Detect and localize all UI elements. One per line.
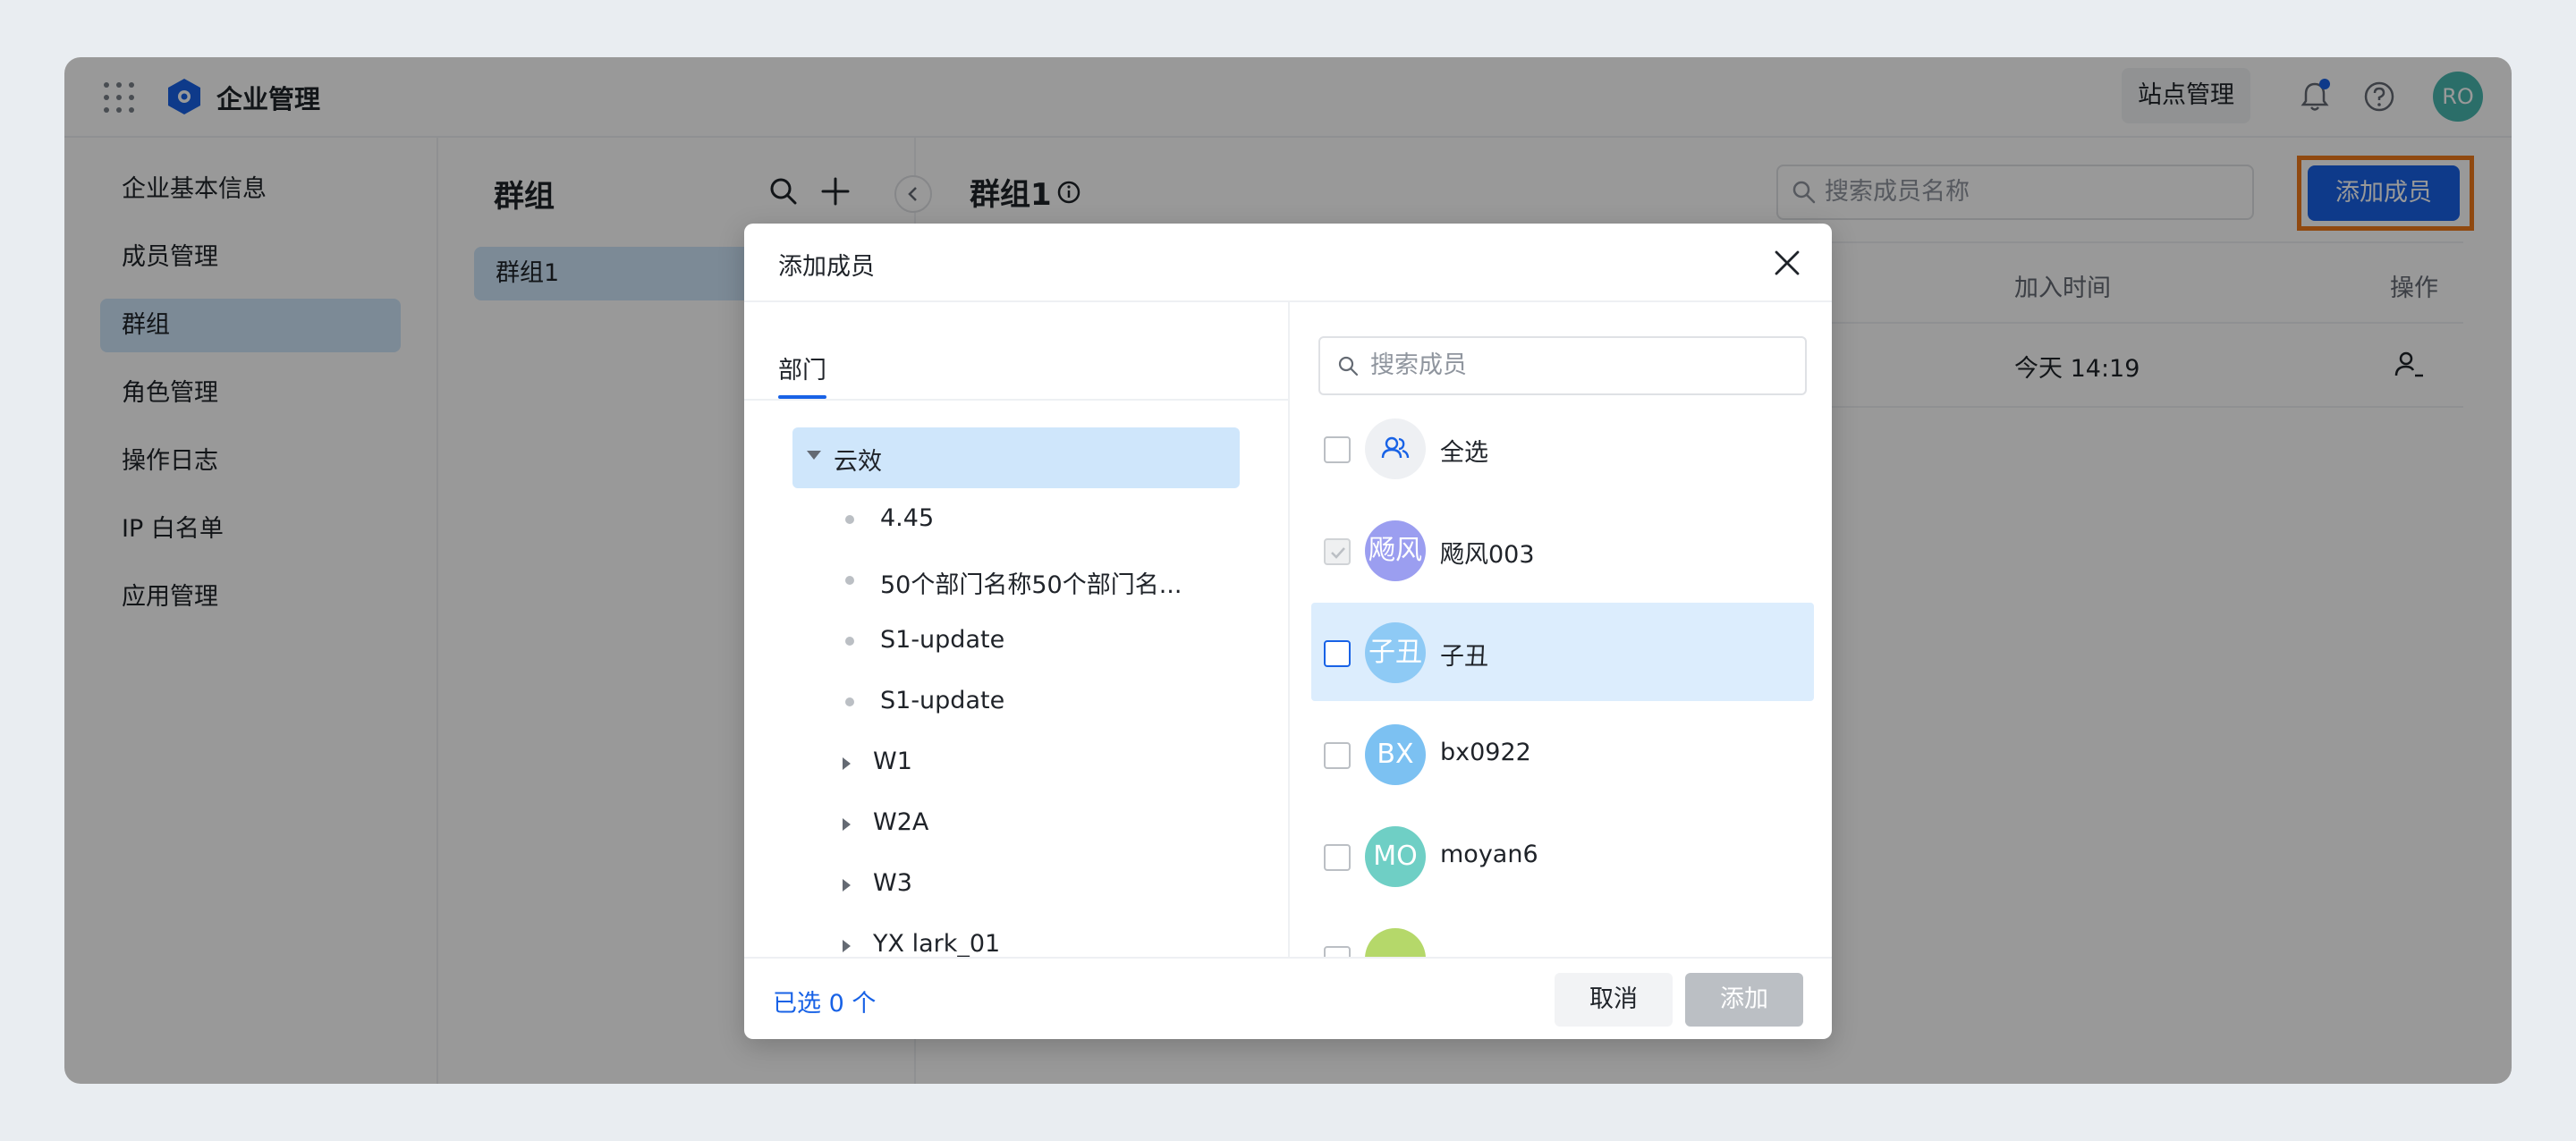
- users-icon: [1381, 436, 1410, 459]
- select-all-row[interactable]: 全选: [1311, 399, 1814, 497]
- dialog-title: 添加成员: [778, 253, 875, 281]
- caret-right-icon[interactable]: [843, 879, 851, 892]
- member-avatar: MO: [1365, 826, 1426, 887]
- member-search-field[interactable]: 搜索成员: [1318, 336, 1807, 395]
- member-checkbox[interactable]: [1324, 742, 1351, 769]
- member-avatar: 子丑: [1365, 622, 1426, 683]
- tree-node[interactable]: W2A: [873, 808, 928, 836]
- group-avatar: [1365, 418, 1426, 479]
- tab-divider: [744, 399, 1288, 401]
- member-avatar: BX: [1365, 724, 1426, 785]
- bullet-icon: [845, 697, 854, 706]
- member-name: bx0922: [1440, 739, 1531, 766]
- caret-down-icon[interactable]: [807, 451, 821, 460]
- tree-node-root[interactable]: 云效: [792, 427, 1240, 488]
- member-name: 飏风003: [1440, 541, 1535, 569]
- caret-right-icon[interactable]: [843, 940, 851, 952]
- member-checkbox[interactable]: [1324, 640, 1351, 667]
- bullet-icon: [845, 515, 854, 524]
- select-all-checkbox[interactable]: [1324, 436, 1351, 463]
- selected-count[interactable]: 已选 0 个: [773, 984, 876, 1018]
- tree-node[interactable]: 4.45: [880, 504, 934, 532]
- bullet-icon: [845, 637, 854, 646]
- caret-right-icon[interactable]: [843, 818, 851, 831]
- member-checkbox[interactable]: [1324, 538, 1351, 565]
- tree-node[interactable]: W1: [873, 748, 912, 775]
- add-member-dialog: 添加成员 部门 云效 4.45 50个部门名称50个部门名... S1-upda…: [744, 224, 1832, 1039]
- member-avatar: [1365, 928, 1426, 957]
- member-checkbox[interactable]: [1324, 946, 1351, 957]
- search-icon: [1338, 356, 1359, 376]
- member-row[interactable]: BX bx0922: [1311, 705, 1814, 803]
- member-row[interactable]: [1311, 909, 1814, 957]
- tree-node[interactable]: W3: [873, 869, 912, 897]
- dialog-column-divider: [1288, 302, 1290, 957]
- dialog-footer-divider: [744, 957, 1832, 959]
- tab-department[interactable]: 部门: [778, 351, 826, 385]
- confirm-add-button[interactable]: 添加: [1685, 973, 1803, 1027]
- bullet-icon: [845, 576, 854, 585]
- cancel-button[interactable]: 取消: [1555, 973, 1673, 1027]
- member-row[interactable]: MO moyan6: [1311, 807, 1814, 905]
- member-row[interactable]: 子丑 子丑: [1311, 603, 1814, 701]
- member-row[interactable]: 飏风 飏风003: [1311, 501, 1814, 599]
- tree-node[interactable]: S1-update: [880, 626, 1004, 654]
- select-all-label: 全选: [1440, 439, 1488, 467]
- caret-right-icon[interactable]: [843, 757, 851, 770]
- tree-node-label: 云效: [834, 448, 882, 476]
- check-icon: [1331, 547, 1345, 559]
- tree-node[interactable]: YX lark_01: [873, 930, 1000, 957]
- member-name: moyan6: [1440, 841, 1538, 868]
- close-icon[interactable]: [1769, 245, 1805, 281]
- member-checkbox[interactable]: [1324, 844, 1351, 871]
- tree-node[interactable]: S1-update: [880, 687, 1004, 714]
- tree-node[interactable]: 50个部门名称50个部门名...: [880, 565, 1182, 600]
- member-search-placeholder: 搜索成员: [1370, 351, 1467, 379]
- member-avatar: 飏风: [1365, 520, 1426, 581]
- member-name: 子丑: [1440, 643, 1488, 671]
